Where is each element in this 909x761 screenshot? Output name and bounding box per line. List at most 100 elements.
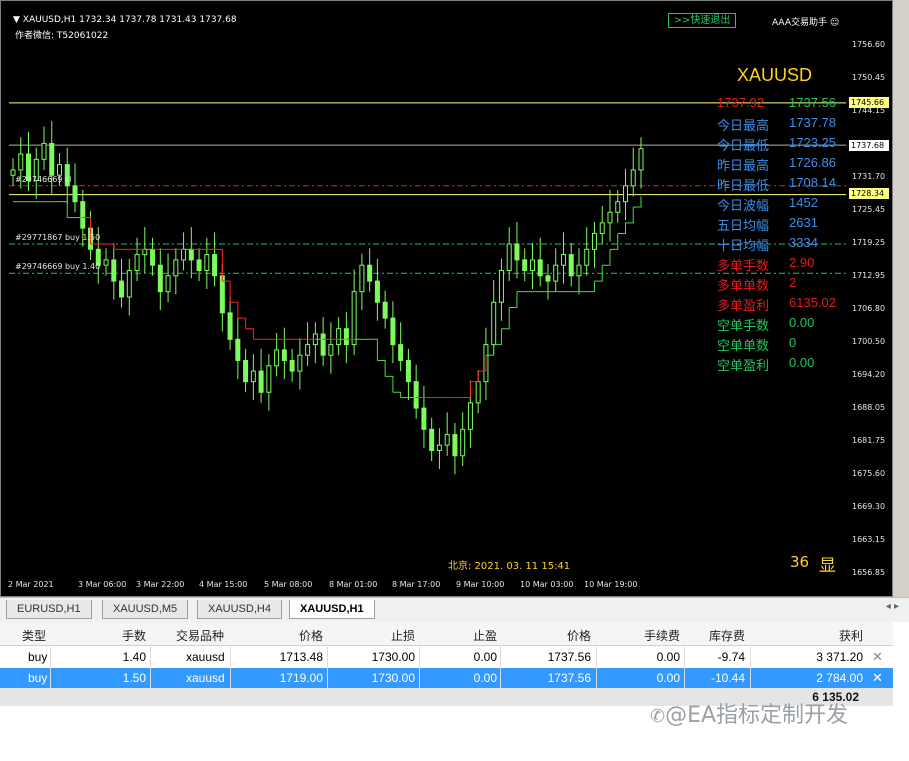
candle-body	[514, 243, 520, 261]
price-axis-label: 1688.05	[852, 403, 886, 412]
cell-open_price: 1713.48	[279, 650, 323, 664]
stats-label: 空单盈利	[717, 358, 770, 373]
assistant-label: AAA交易助手 ☺	[772, 18, 840, 28]
close-order-icon[interactable]: ✕	[872, 649, 883, 665]
price-axis-label: 1706.80	[852, 304, 886, 313]
column-divider	[596, 668, 597, 689]
column-header[interactable]: 止损	[391, 627, 415, 644]
column-divider	[150, 647, 151, 668]
time-axis-label: 10 Mar 03:00	[520, 580, 574, 589]
trailing-stop-segment	[369, 338, 378, 361]
column-header[interactable]: 手续费	[644, 627, 680, 644]
trailing-stop-segment	[609, 233, 619, 250]
stats-value: 1452	[789, 195, 818, 210]
order-tag[interactable]: #29746669 sl	[15, 175, 71, 184]
bid-price-tag: 1737.68	[849, 140, 889, 151]
stats-value: 1723.25	[789, 135, 836, 150]
stats-value: 0.00	[789, 315, 815, 330]
close-order-icon[interactable]: ✕	[872, 670, 883, 686]
column-header[interactable]: 价格	[299, 627, 323, 644]
time-axis-label: 8 Mar 17:00	[392, 580, 441, 589]
column-header[interactable]: 交易品种	[176, 627, 224, 644]
chart-tab[interactable]: XAUUSD,H1	[289, 600, 375, 619]
candle-body	[57, 164, 63, 176]
order-tag[interactable]: #29771867 buy 1.50	[15, 233, 100, 242]
candle-body	[615, 201, 621, 213]
chart-tab[interactable]: EURUSD,H1	[6, 600, 92, 619]
candle-body	[157, 264, 163, 293]
candle-body	[173, 259, 179, 277]
candle-body	[188, 248, 194, 261]
time-axis-label: 10 Mar 19:00	[584, 580, 638, 589]
candle-body	[553, 264, 559, 282]
column-header[interactable]: 止盈	[473, 627, 497, 644]
trailing-stop-segment	[245, 328, 254, 340]
column-header[interactable]: 库存费	[709, 627, 745, 644]
time-axis-label: 5 Mar 08:00	[264, 580, 313, 589]
stats-value: 2	[789, 275, 797, 290]
trailing-stop-segment	[625, 206, 634, 224]
table-row[interactable]: buy 1.50 xauusd 1719.00 1730.00 0.00 1737.56 0.…	[0, 668, 893, 689]
price-axis-label: 1731.70	[852, 172, 886, 181]
right-gutter	[893, 0, 909, 597]
stats-label: 1737.92	[717, 95, 764, 110]
candle-body	[452, 434, 458, 457]
candle-body	[336, 328, 342, 346]
time-axis-label: 3 Mar 06:00	[78, 580, 127, 589]
stats-value: 0.00	[789, 355, 815, 370]
column-divider	[500, 647, 501, 668]
candle-body	[568, 254, 574, 277]
time-axis-label: 3 Mar 22:00	[136, 580, 185, 589]
show-toggle[interactable]: 显	[819, 551, 836, 576]
column-header[interactable]: 价格	[567, 627, 591, 644]
cell-symbol: xauusd	[186, 671, 225, 685]
chart-window[interactable]: ▼ XAUUSD,H1 1732.34 1737.78 1731.43 1737…	[0, 0, 893, 597]
cell-price: 1737.56	[547, 671, 591, 685]
column-divider	[596, 647, 597, 668]
cell-type: buy	[28, 650, 48, 664]
candle-body	[328, 344, 334, 356]
price-axis-label: 1725.45	[852, 205, 886, 214]
column-header[interactable]: 获利	[839, 627, 863, 644]
chart-tab[interactable]: XAUUSD,H4	[197, 600, 282, 619]
candle-body	[111, 259, 117, 282]
chart-tab[interactable]: XAUUSD,M5	[102, 600, 189, 619]
candle-body	[274, 349, 280, 367]
trade-terminal: 类型 手数 交易品种 价格 止损 止盈 价格 手续费 库存费 获利 buy 1.40 xauusd 17…	[0, 622, 909, 761]
candle-body	[165, 275, 171, 293]
price-axis-label: 1700.50	[852, 337, 886, 346]
candle-body	[103, 259, 109, 266]
cell-swap: -9.74	[717, 650, 745, 664]
column-header[interactable]: 手数	[122, 627, 146, 644]
candle-body	[235, 338, 241, 361]
tab-scroll-arrows[interactable]: ◂ ▸	[886, 601, 899, 612]
countdown-number: 36	[790, 553, 810, 571]
candle-body	[607, 211, 613, 224]
table-row[interactable]: buy 1.40 xauusd 1713.48 1730.00 0.00 1737.56 0.…	[0, 647, 893, 668]
stats-value: 3334	[789, 235, 818, 250]
price-axis-label: 1681.75	[852, 436, 886, 445]
candle-body	[537, 259, 543, 277]
candle-body	[181, 248, 187, 261]
cell-sl: 1730.00	[371, 671, 415, 685]
candle-body	[80, 201, 86, 229]
candle-body	[374, 280, 380, 303]
candle-body	[622, 185, 628, 203]
cell-type: buy	[28, 671, 48, 685]
trailing-stop-segment	[617, 222, 626, 234]
stats-label: 昨日最低	[717, 178, 770, 193]
trailing-stop-segment	[392, 391, 402, 398]
upper-line-price-tag: 1745.66	[849, 97, 889, 108]
candle-body	[258, 370, 264, 393]
candle-body	[491, 301, 497, 346]
candle-body	[289, 359, 295, 372]
column-header[interactable]: 类型	[22, 627, 46, 644]
price-axis-label: 1694.20	[852, 370, 886, 379]
order-tag[interactable]: #29746669 buy 1.40	[15, 262, 100, 271]
candle-body	[49, 142, 55, 176]
candle-body	[638, 148, 644, 171]
quick-exit-button[interactable]: >>快速退出	[668, 13, 736, 28]
price-axis-label: 1712.95	[852, 271, 886, 280]
trailing-stop-segment	[106, 243, 115, 250]
price-axis-label: 1719.25	[852, 238, 886, 247]
